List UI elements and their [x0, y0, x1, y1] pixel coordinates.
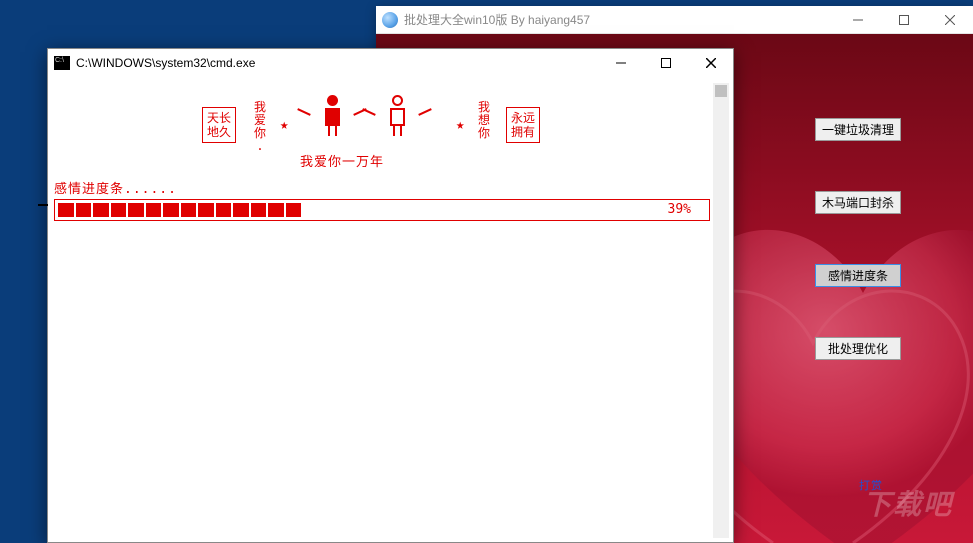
btn-junk-clean[interactable]: 一键垃圾清理	[815, 118, 901, 141]
cmd-close-button[interactable]	[688, 49, 733, 77]
art-text: 地久	[207, 125, 231, 139]
progress-percent: 39%	[668, 202, 691, 217]
art-caption: 我爱你一万年	[300, 151, 384, 170]
progress-bar: 39%	[54, 199, 710, 221]
cmd-maximize-button[interactable]	[643, 49, 688, 77]
back-titlebar[interactable]: 批处理大全win10版 By haiyang457	[376, 6, 973, 34]
art-text: 拥有	[511, 125, 535, 139]
back-maximize-button[interactable]	[881, 6, 927, 34]
ascii-art-header: 天长 地久 我爱你. ★ ★ 我想你 永远 拥有 我爱你一万年	[202, 93, 562, 167]
art-vert-left: 我爱你.	[254, 101, 266, 153]
star-icon: ★	[456, 117, 464, 133]
site-watermark: 下载吧	[863, 483, 953, 523]
side-button-panel: 一键垃圾清理 木马端口封杀 感情进度条 批处理优化	[815, 118, 901, 360]
cmd-window: C:\WINDOWS\system32\cmd.exe 天长 地久 我爱你. ★…	[47, 48, 734, 543]
back-minimize-button[interactable]	[835, 6, 881, 34]
btn-batch-optimize[interactable]: 批处理优化	[815, 337, 901, 360]
cmd-icon	[54, 56, 70, 70]
cmd-client-area: 天长 地久 我爱你. ★ ★ 我想你 永远 拥有 我爱你一万年 感情进度条...…	[52, 83, 729, 538]
art-box-left: 天长 地久	[202, 107, 236, 143]
art-text: 天长	[207, 111, 231, 125]
cmd-scrollbar[interactable]	[713, 83, 729, 538]
app-globe-icon	[382, 12, 398, 28]
progress-label: 感情进度条......	[54, 178, 177, 197]
cmd-minimize-button[interactable]	[598, 49, 643, 77]
progress-bar-fill	[58, 203, 301, 217]
cmd-scrollbar-thumb[interactable]	[715, 85, 727, 97]
cmd-titlebar[interactable]: C:\WINDOWS\system32\cmd.exe	[48, 49, 733, 77]
btn-emotion-progress[interactable]: 感情进度条	[815, 264, 901, 287]
btn-trojan-port-block[interactable]: 木马端口封杀	[815, 191, 901, 214]
cmd-window-title: C:\WINDOWS\system32\cmd.exe	[76, 56, 598, 70]
art-vert-right: 我想你	[478, 101, 490, 140]
figure-icon	[307, 95, 357, 136]
text-caret	[38, 204, 48, 206]
back-window-title: 批处理大全win10版 By haiyang457	[404, 11, 835, 28]
back-close-button[interactable]	[927, 6, 973, 34]
figure-icon	[372, 95, 422, 136]
art-box-right: 永远 拥有	[506, 107, 540, 143]
art-text: 永远	[511, 111, 535, 125]
star-icon: ★	[280, 117, 288, 133]
